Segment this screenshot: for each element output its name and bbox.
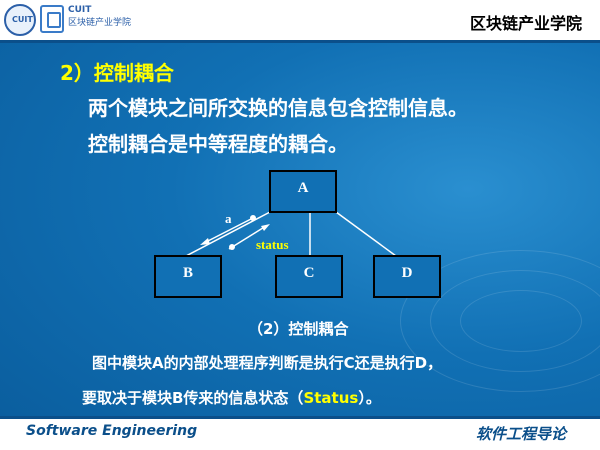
description-line-1: 图中模块A的内部处理程序判断是执行C还是执行D， <box>92 354 443 372</box>
data-flow-a-tail <box>250 215 256 221</box>
description-line-2: 要取决于模块B传来的信息状态（Status）。 <box>82 387 381 408</box>
flow-label-a: a <box>225 211 232 226</box>
slide: CUIT CUIT 区块链产业学院 区块链产业学院 2）控制耦合 两个模块之间所… <box>0 0 600 450</box>
connector-a-d <box>335 211 397 257</box>
module-c-label: C <box>304 265 315 281</box>
module-a-label: A <box>298 180 309 196</box>
diagram-caption: （2）控制耦合 <box>248 320 349 338</box>
flow-label-status: status <box>256 237 289 252</box>
description-text-after: ）。 <box>358 389 381 407</box>
control-coupling-diagram: A B C D a status <box>154 170 441 298</box>
status-flow-head <box>261 224 270 231</box>
module-b-label: B <box>183 265 193 281</box>
module-d-label: D <box>402 265 413 281</box>
data-flow-a-head <box>200 238 210 245</box>
status-flow-tail <box>229 244 235 250</box>
status-keyword: Status <box>303 389 359 407</box>
description-text-before: 要取决于模块B传来的信息状态（ <box>82 389 304 407</box>
footer-course-english: Software Engineering <box>26 423 198 439</box>
footer-course-chinese: 软件工程导论 <box>475 425 566 443</box>
